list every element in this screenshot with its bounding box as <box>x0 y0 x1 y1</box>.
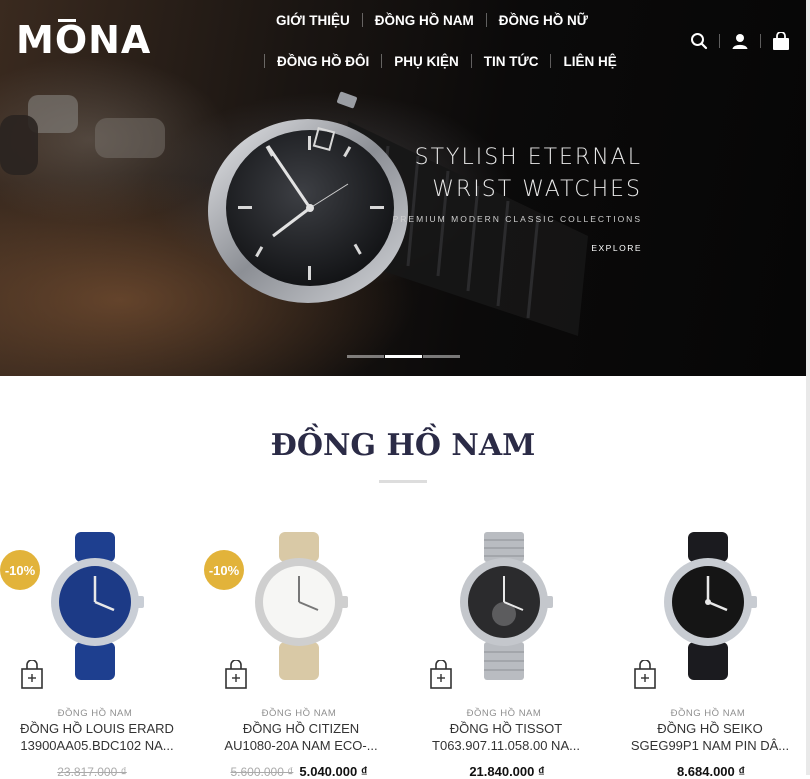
search-icon[interactable] <box>688 31 710 51</box>
product-card[interactable]: -10% ĐỒNG HỒ NAM ĐỒNG HỒ CITIZEN AU1080-… <box>204 530 394 779</box>
product-card[interactable]: ĐỒNG HỒ NAM ĐỒNG HỒ SEIKO SGEG99P1 NAM P… <box>613 530 803 779</box>
old-price: 5.600.000 ₫ <box>230 765 294 779</box>
main-nav-row-2: ĐỒNG HỒ ĐÔI PHỤ KIỆN TIN TỨC LIÊN HỆ <box>264 51 629 71</box>
product-name-line-2[interactable]: T063.907.11.058.00 NA... <box>417 737 595 755</box>
header-divider <box>760 34 761 48</box>
product-category[interactable]: ĐỒNG HỒ NAM <box>409 708 599 719</box>
old-price: 23.817.000 ₫ <box>57 765 127 779</box>
section-divider <box>379 480 427 483</box>
product-name[interactable]: ĐỒNG HỒ LOUIS ERARD <box>8 720 186 738</box>
product-image[interactable] <box>244 530 354 682</box>
product-category[interactable]: ĐỒNG HỒ NAM <box>613 708 803 719</box>
sale-price: 8.684.000 ₫ <box>676 764 746 779</box>
nav-item-dong-ho-nu[interactable]: ĐỒNG HỒ NỮ <box>487 13 600 28</box>
add-to-cart-icon[interactable] <box>224 659 248 690</box>
add-to-cart-icon[interactable] <box>633 659 657 690</box>
slider-dot-2[interactable] <box>385 355 422 358</box>
header-divider <box>719 34 720 48</box>
page-scrollbar[interactable] <box>806 0 810 775</box>
product-image[interactable] <box>40 530 150 682</box>
product-name-line-2[interactable]: 13900AA05.BDC102 NA... <box>8 737 186 755</box>
nav-item-dong-ho-nam[interactable]: ĐỒNG HỒ NAM <box>363 13 486 28</box>
product-card[interactable]: ĐỒNG HỒ NAM ĐỒNG HỒ TISSOT T063.907.11.0… <box>409 530 599 779</box>
product-name-line-2[interactable]: SGEG99P1 NAM PIN DÂ... <box>621 737 799 755</box>
header-actions <box>688 31 792 51</box>
sale-price: 5.040.000 ₫ <box>299 764 368 779</box>
slider-dots <box>347 355 461 358</box>
nav-item-tin-tuc[interactable]: TIN TỨC <box>472 54 551 69</box>
user-icon[interactable] <box>729 31 751 51</box>
product-name[interactable]: ĐỒNG HỒ TISSOT <box>417 720 595 738</box>
add-to-cart-icon[interactable] <box>20 659 44 690</box>
mona-logo[interactable]: MONA <box>16 18 151 62</box>
slider-dot-1[interactable] <box>347 355 384 358</box>
product-name[interactable]: ĐỒNG HỒ SEIKO <box>621 720 799 738</box>
hero-banner: MONA GIỚI THIỆU ĐỒNG HỒ NAM ĐỒNG HỒ NỮ Đ… <box>0 0 806 376</box>
product-image[interactable] <box>449 530 559 682</box>
explore-button[interactable]: EXPLORE <box>560 243 642 253</box>
discount-badge: -10% <box>0 550 40 590</box>
nav-item-lien-he[interactable]: LIÊN HỆ <box>551 54 628 69</box>
product-price: 21.840.000 ₫ <box>409 764 599 779</box>
hero-title-line-1: STYLISH ETERNAL <box>414 145 642 170</box>
slider-dot-3[interactable] <box>423 355 460 358</box>
product-price: 8.684.000 ₫ <box>613 764 803 779</box>
product-category[interactable]: ĐỒNG HỒ NAM <box>204 708 394 719</box>
product-image[interactable] <box>653 530 763 682</box>
nav-item-phu-kien[interactable]: PHỤ KIỆN <box>382 54 471 69</box>
discount-badge: -10% <box>204 550 244 590</box>
product-price: 5.600.000 ₫ 5.040.000 ₫ <box>204 764 394 779</box>
add-to-cart-icon[interactable] <box>429 659 453 690</box>
hero-watch-image <box>208 91 588 336</box>
product-price: 23.817.000 ₫ <box>0 764 190 779</box>
hero-title-line-2: WRIST WATCHES <box>432 177 642 202</box>
cufflinks-decoration <box>0 95 165 175</box>
nav-item-gioi-thieu[interactable]: GIỚI THIỆU <box>264 13 362 28</box>
section-title: ĐỒNG HỒ NAM <box>270 428 536 463</box>
product-name-line-2[interactable]: AU1080-20A NAM ECO-... <box>212 737 390 755</box>
cart-icon[interactable] <box>770 31 792 51</box>
hero-subtitle: PREMIUM MODERN CLASSIC COLLECTIONS <box>392 214 642 224</box>
product-card[interactable]: -10% ĐỒNG HỒ NAM ĐỒNG HỒ LOUIS ERARD 139… <box>0 530 190 779</box>
main-nav-row-1: GIỚI THIỆU ĐỒNG HỒ NAM ĐỒNG HỒ NỮ <box>264 10 600 30</box>
product-category[interactable]: ĐỒNG HỒ NAM <box>0 708 190 719</box>
sale-price: 21.840.000 ₫ <box>469 764 545 779</box>
nav-item-dong-ho-doi[interactable]: ĐỒNG HỒ ĐÔI <box>265 54 381 69</box>
product-name[interactable]: ĐỒNG HỒ CITIZEN <box>212 720 390 738</box>
logo-macron <box>58 19 76 22</box>
